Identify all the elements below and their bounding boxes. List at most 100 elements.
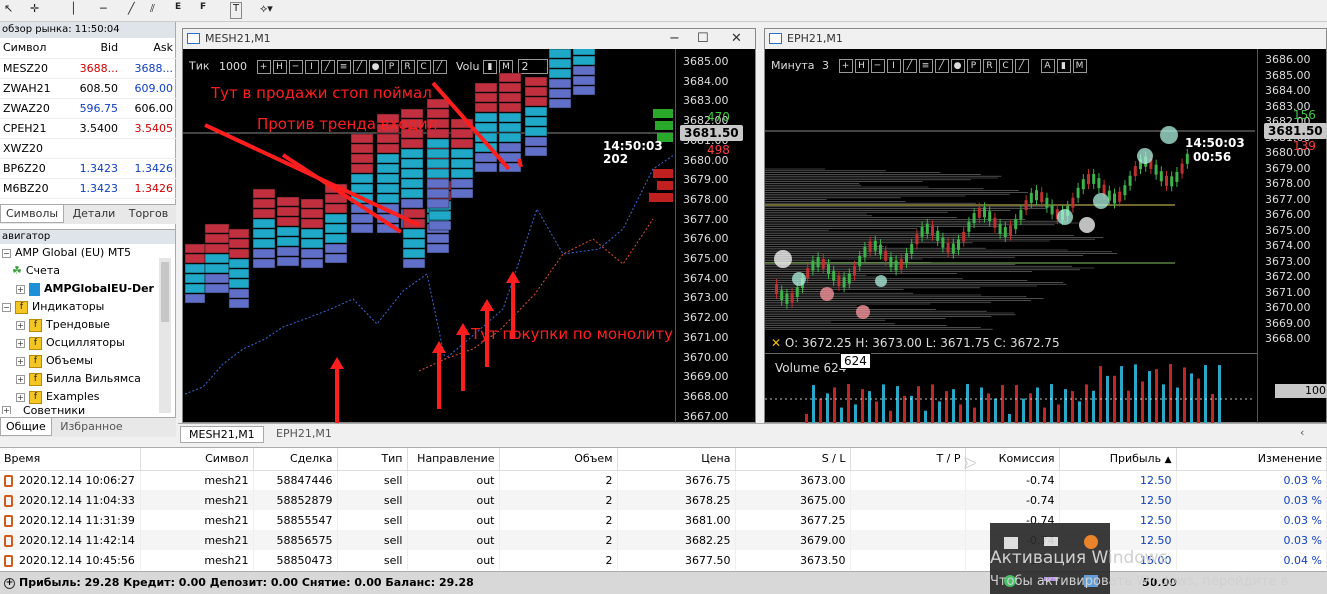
shapes-icon[interactable]: ⟡▾ — [260, 2, 273, 19]
table-row[interactable]: XWZ20 — [0, 138, 176, 159]
expand-icon[interactable]: + — [16, 284, 25, 294]
col-ask[interactable]: Ask — [121, 38, 176, 59]
candle-body — [998, 223, 1002, 234]
footprint-cell — [252, 208, 276, 219]
clock-label: 14:50:03 — [1185, 136, 1245, 150]
cursor-icon[interactable]: ↖ — [4, 2, 13, 19]
expand-icon[interactable]: + — [16, 356, 25, 366]
annotation-buys: Тут покупки по монолиту — [471, 325, 674, 343]
col-volume[interactable]: Объем — [499, 448, 618, 471]
collapse-icon[interactable]: − — [2, 248, 11, 258]
navigator-scrollbar[interactable] — [159, 258, 171, 413]
nav-item-bill-williams[interactable]: + f Билла Вильямса — [0, 370, 175, 388]
price-label: 3685.00 — [683, 55, 729, 68]
col-time[interactable]: Время — [0, 448, 141, 471]
tab-trading[interactable]: Торгов — [124, 205, 173, 222]
folder-f-icon: f — [29, 354, 42, 368]
volume-bar — [987, 393, 990, 424]
tab-details[interactable]: Детали — [68, 205, 121, 222]
col-commission[interactable]: Комиссия — [965, 448, 1060, 471]
table-row[interactable]: ZWAH21 608.50 609.00 — [0, 78, 176, 99]
annotation-arrow — [517, 158, 523, 168]
candle-body — [983, 207, 986, 218]
battery-icon[interactable] — [1044, 537, 1058, 546]
nav-item-volumes[interactable]: + f Объемы — [0, 352, 175, 370]
scroll-left-icon[interactable]: ‹ — [1300, 426, 1304, 439]
col-tp[interactable]: T / P — [850, 448, 966, 471]
collapse-icon[interactable]: − — [2, 302, 11, 312]
candle-body — [858, 255, 862, 266]
col-type[interactable]: Тип — [337, 448, 408, 471]
close-button[interactable]: ✕ — [731, 29, 742, 49]
col-symbol[interactable]: Символ — [140, 448, 254, 471]
footprint-cell — [204, 233, 230, 244]
tab-chart-ep[interactable]: EPH21,M1 — [268, 426, 340, 441]
footprint-cell — [228, 268, 250, 279]
col-profit[interactable]: Прибыль ▲ — [1059, 448, 1177, 471]
footprint-cell — [426, 138, 450, 149]
nav-item-account[interactable]: + AMPGlobalEU-Der — [0, 280, 175, 298]
volume-bar — [1141, 381, 1144, 424]
candle-body — [1081, 179, 1085, 190]
crosshair-icon[interactable]: ✛ — [30, 2, 39, 19]
tab-favorites[interactable]: Избранное — [55, 418, 127, 435]
volume-bar — [931, 384, 934, 424]
footprint-cell — [350, 163, 374, 174]
volume-bar — [1155, 369, 1158, 424]
footprint-cell — [572, 49, 596, 56]
candle-body — [837, 275, 841, 286]
vertical-line-icon[interactable]: │ — [70, 2, 77, 19]
expand-icon[interactable]: + — [16, 374, 25, 384]
fibo-icon[interactable]: E — [175, 2, 181, 19]
deal-icon — [4, 554, 13, 567]
tab-symbols[interactable]: Символы — [0, 205, 65, 223]
text-icon[interactable]: T — [230, 2, 243, 19]
nav-item-broker[interactable]: − AMP Global (EU) MT5 — [0, 244, 175, 262]
col-symbol[interactable]: Символ — [0, 38, 67, 59]
horizontal-line-icon[interactable]: ─ — [100, 2, 107, 19]
col-price[interactable]: Цена — [617, 448, 736, 471]
minimize-button[interactable]: − — [669, 29, 680, 49]
price-label: 3672.00 — [683, 311, 729, 325]
col-change[interactable]: Изменение — [1176, 448, 1327, 471]
trendline-icon[interactable]: ╱ — [128, 2, 135, 19]
app-tray-icon[interactable] — [1084, 535, 1098, 549]
maximize-button[interactable]: ☐ — [697, 29, 709, 49]
candle-body — [1102, 184, 1106, 195]
nav-item-oscillators[interactable]: + f Осцилляторы — [0, 334, 175, 352]
col-deal[interactable]: Сделка — [253, 448, 338, 471]
table-row[interactable]: ZWAZ20 596.75 606.00 — [0, 98, 176, 119]
nav-item-experts[interactable]: + Советники — [0, 406, 175, 414]
footprint-cell — [450, 158, 474, 169]
col-sl[interactable]: S / L — [735, 448, 851, 471]
scroll-thumb[interactable] — [161, 262, 169, 322]
nav-item-accounts[interactable]: ☘ Счета — [0, 262, 175, 280]
nav-item-trend[interactable]: + f Трендовые — [0, 316, 175, 334]
table-row[interactable]: BP6Z20 1.3423 1.3426 — [0, 158, 176, 179]
footprint-cell — [428, 210, 452, 221]
footprint-cell — [498, 82, 522, 93]
expand-icon[interactable]: + — [2, 406, 11, 414]
expand-icon[interactable]: + — [16, 320, 25, 330]
price-label: 3685.00 — [1265, 68, 1311, 82]
table-row[interactable]: M6BZ20 1.3423 1.3426 — [0, 178, 176, 199]
orderflow-chart-area — [183, 49, 673, 424]
table-row[interactable]: 2020.12.14 11:04:33 mesh21 58852879 sell out… — [0, 490, 1327, 510]
channel-icon[interactable]: ⫽ — [150, 2, 155, 19]
table-row[interactable]: 2020.12.14 11:42:14 mesh21 58856575 sell out… — [0, 530, 1327, 550]
nav-item-examples[interactable]: + f Examples — [0, 388, 175, 406]
nav-item-indicators[interactable]: − f Индикаторы — [0, 298, 175, 316]
tab-chart-mesh[interactable]: MESH21,M1 — [180, 426, 264, 443]
table-row[interactable]: CPEH21 3.5400 3.5405 — [0, 118, 176, 139]
tab-general[interactable]: Общие — [0, 418, 52, 436]
volume-bar — [812, 385, 815, 424]
table-row[interactable]: 2020.12.14 11:31:39 mesh21 58855547 sell out… — [0, 510, 1327, 530]
volume-bar — [924, 410, 927, 424]
col-direction[interactable]: Направление — [407, 448, 500, 471]
table-row[interactable]: MESZ20 3688... 3688... — [0, 58, 176, 79]
expand-icon[interactable]: + — [16, 392, 25, 402]
fibo-fan-icon[interactable]: F — [200, 2, 206, 19]
table-row[interactable]: 2020.12.14 10:06:27 mesh21 58847446 sell out… — [0, 470, 1327, 490]
col-bid[interactable]: Bid — [66, 38, 122, 59]
expand-icon[interactable]: + — [16, 338, 25, 348]
